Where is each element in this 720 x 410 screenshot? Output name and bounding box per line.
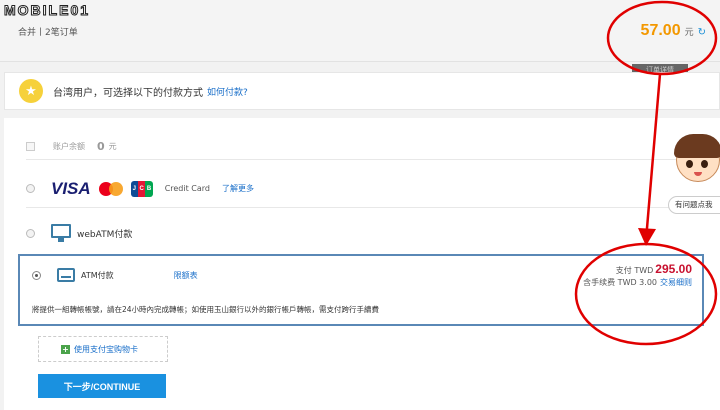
notice-icon: ★	[19, 79, 43, 103]
transaction-terms-link[interactable]: 交易细则	[660, 278, 692, 287]
order-amount: 57.00 元 ↻	[641, 22, 706, 40]
plus-icon: +	[61, 344, 70, 354]
credit-card-row[interactable]: VISA JCB Credit Card 了解更多	[26, 170, 706, 208]
order-header: 合并丨2笔订单 57.00 元 ↻	[0, 0, 720, 62]
credit-card-radio[interactable]	[26, 184, 35, 193]
atm-card-icon	[57, 268, 75, 282]
balance-unit: 元	[108, 142, 117, 151]
atm-radio[interactable]	[32, 270, 41, 280]
region-notice: ★ 台湾用户，可选择以下的付款方式 如何付款?	[4, 72, 720, 110]
pay-amount: 295.00	[655, 262, 692, 276]
mastercard-logo	[98, 181, 125, 197]
atm-label: ATM付款	[81, 270, 114, 280]
notice-text: 台湾用户，可选择以下的付款方式	[53, 87, 203, 99]
limit-table-link[interactable]: 限额表	[174, 270, 198, 281]
avatar-hair	[674, 134, 720, 158]
next-continue-button[interactable]: 下一步/CONTINUE	[38, 374, 166, 398]
atm-option-selected[interactable]: ATM付款 限额表 支付 TWD 295.00 含手续费 TWD 3.00 交易细则…	[18, 254, 704, 326]
jcb-logo: JCB	[130, 180, 153, 197]
monitor-icon	[51, 224, 71, 242]
gift-card-label: 使用支付宝购物卡	[74, 344, 138, 354]
pay-label: 支付 TWD	[615, 266, 654, 275]
webatm-label: webATM付款	[77, 229, 133, 240]
balance-value: 0	[97, 140, 105, 153]
help-bubble[interactable]: 有问题点我	[668, 196, 720, 214]
payment-methods-panel: 账户余额 0 元 VISA JCB Credit Card 了解更多 webAT…	[4, 118, 720, 410]
webatm-row[interactable]: webATM付款	[26, 214, 706, 252]
webatm-radio[interactable]	[26, 228, 35, 238]
refresh-icon[interactable]: ↻	[698, 27, 706, 38]
amount-currency: 元	[684, 28, 694, 38]
visa-logo: VISA	[51, 178, 91, 198]
watermark-logo: MOBILE01	[3, 2, 91, 19]
credit-card-label: Credit Card	[164, 184, 211, 193]
atm-price-block: 支付 TWD 295.00 含手续费 TWD 3.00 交易细则	[583, 262, 692, 288]
gift-card-button[interactable]: + 使用支付宝购物卡	[38, 336, 168, 362]
avatar-eye	[686, 160, 693, 168]
learn-more-link[interactable]: 了解更多	[222, 183, 254, 194]
help-assistant[interactable]: 有问题点我	[668, 134, 720, 222]
balance-row: 账户余额 0 元	[26, 134, 706, 160]
amount-value: 57.00	[640, 22, 681, 39]
balance-checkbox[interactable]	[26, 142, 35, 151]
order-info: 合并丨2笔订单	[18, 28, 78, 38]
fee-label: 含手续费 TWD 3.00	[583, 278, 657, 287]
atm-description: 將提供一組轉帳帳號，請在24小時內完成轉帳；如使用玉山銀行以外的銀行帳戶轉帳，需…	[32, 305, 380, 314]
balance-label: 账户余额	[53, 142, 85, 151]
avatar-eye	[701, 160, 708, 168]
how-to-pay-link[interactable]: 如何付款?	[207, 85, 248, 98]
